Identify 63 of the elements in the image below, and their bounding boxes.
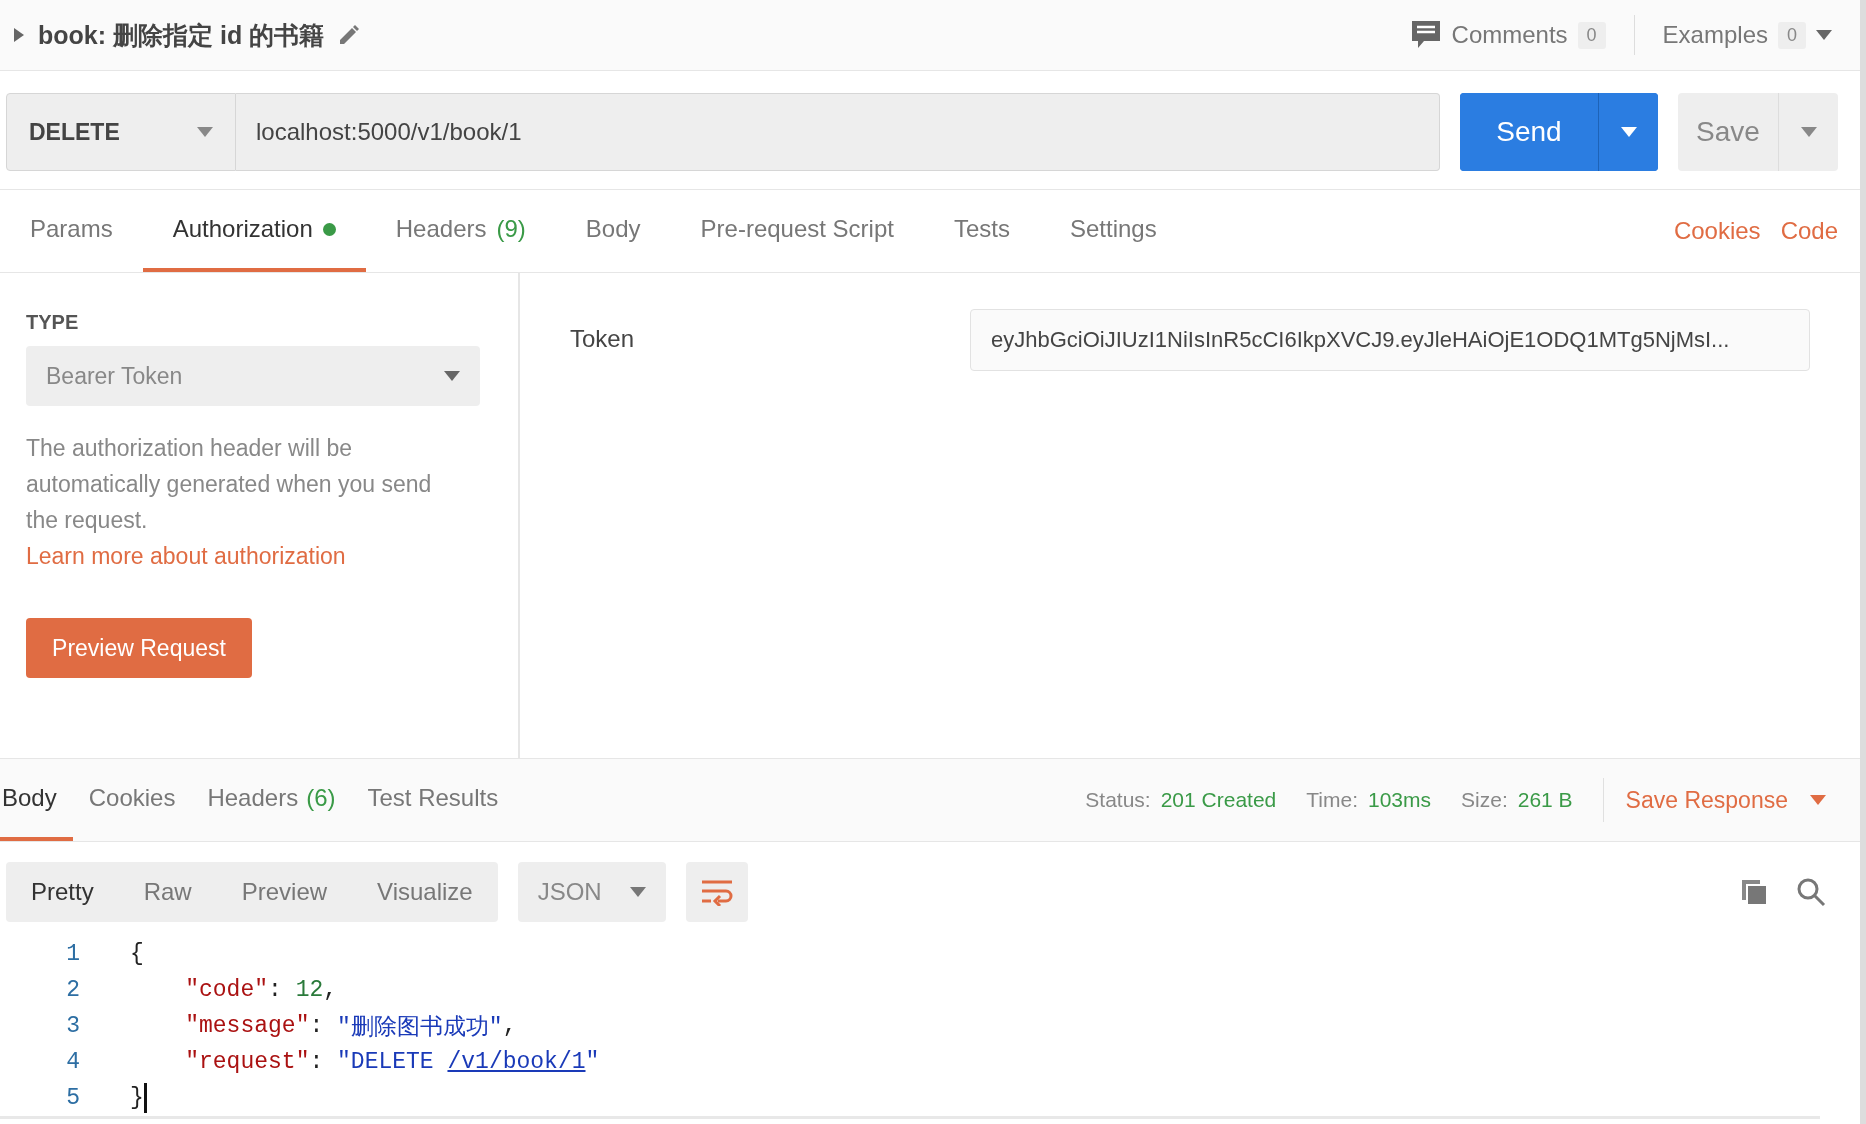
code-line: "code": 12,: [184, 977, 338, 1003]
url-link[interactable]: /v1/book/1: [447, 1049, 586, 1075]
preview-request-button[interactable]: Preview Request: [26, 618, 252, 678]
expand-arrow-icon[interactable]: [14, 28, 24, 42]
comments-button[interactable]: Comments 0: [1395, 19, 1620, 51]
request-tab[interactable]: Headers (9): [365, 190, 556, 272]
pencil-icon[interactable]: [338, 24, 361, 46]
caret-icon: [444, 371, 460, 381]
status-dot: [322, 222, 336, 236]
wrap-lines-icon: [699, 878, 734, 906]
meta-label: Time:: [1306, 788, 1358, 812]
request-tab[interactable]: Pre-request Script: [670, 190, 924, 272]
wrap-button[interactable]: [685, 862, 748, 922]
code-line: "request": "DELETE /v1/book/1": [184, 1049, 600, 1075]
request-title: book: 删除指定 id 的书籍: [38, 19, 325, 51]
method-dropdown[interactable]: DELETE: [6, 93, 236, 171]
format-dropdown[interactable]: JSON: [517, 862, 666, 922]
examples-button[interactable]: Examples 0: [1648, 21, 1846, 49]
line-number: 3: [65, 1013, 81, 1039]
tab-link[interactable]: Code: [1770, 217, 1848, 245]
response-tab[interactable]: Body: [0, 759, 73, 841]
line-number: 2: [65, 977, 81, 1003]
token-field[interactable]: eyJhbGciOiJIUzI1NiIsInR5cCI6IkpXVCJ9.eyJleHAiOjE1ODQ1MTg5NjMsI...: [970, 309, 1810, 371]
request-tab[interactable]: Tests: [923, 190, 1040, 272]
meta-label: Size:: [1461, 788, 1508, 812]
save-button[interactable]: Save: [1678, 93, 1778, 171]
request-tab[interactable]: Body: [555, 190, 671, 272]
meta-label: Status:: [1085, 788, 1151, 812]
meta-value: 201 Created: [1160, 788, 1277, 812]
meta-value: 103ms: [1368, 788, 1432, 812]
view-mode-tab[interactable]: Visualize: [352, 862, 498, 922]
line-number: 4: [65, 1049, 81, 1075]
save-response-button[interactable]: Save Response: [1602, 778, 1860, 822]
type-label: TYPE: [26, 311, 80, 334]
caret-icon: [1800, 127, 1817, 137]
code-line: }: [130, 1083, 147, 1113]
request-tab[interactable]: Settings: [1039, 190, 1187, 272]
code-line: {: [130, 941, 144, 967]
token-label: Token: [570, 325, 636, 353]
line-number: 1: [65, 941, 81, 967]
help-text: The authorization header will be automatically generated when you send the request. Learn more about authorization: [26, 434, 433, 571]
learn-more-link[interactable]: Learn more about authorization: [26, 543, 346, 569]
view-mode-tab[interactable]: Pretty: [6, 862, 119, 922]
response-tab[interactable]: Headers (6): [191, 759, 352, 841]
view-mode-tab[interactable]: Raw: [118, 862, 217, 922]
response-tab[interactable]: Test Results: [351, 759, 515, 841]
code-line: "message": "删除图书成功",: [184, 1012, 517, 1042]
copy-icon: [1740, 878, 1768, 906]
caret-icon: [197, 127, 213, 137]
meta-value: 261 B: [1517, 788, 1573, 812]
response-tab[interactable]: Cookies: [72, 759, 192, 841]
request-tab[interactable]: Params: [0, 190, 143, 272]
caret-icon: [1620, 127, 1637, 137]
request-tab[interactable]: Authorization: [142, 190, 366, 272]
view-mode-tab[interactable]: Preview: [216, 862, 353, 922]
caret-icon: [1810, 795, 1826, 805]
url-field[interactable]: localhost:5000/v1/book/1: [236, 93, 1440, 171]
search-icon: [1796, 877, 1826, 907]
caret-icon: [1816, 30, 1832, 40]
caret-icon: [629, 887, 646, 897]
auth-type-dropdown[interactable]: Bearer Token: [26, 346, 480, 406]
line-number: 5: [65, 1085, 81, 1111]
tab-link[interactable]: Cookies: [1663, 217, 1771, 245]
